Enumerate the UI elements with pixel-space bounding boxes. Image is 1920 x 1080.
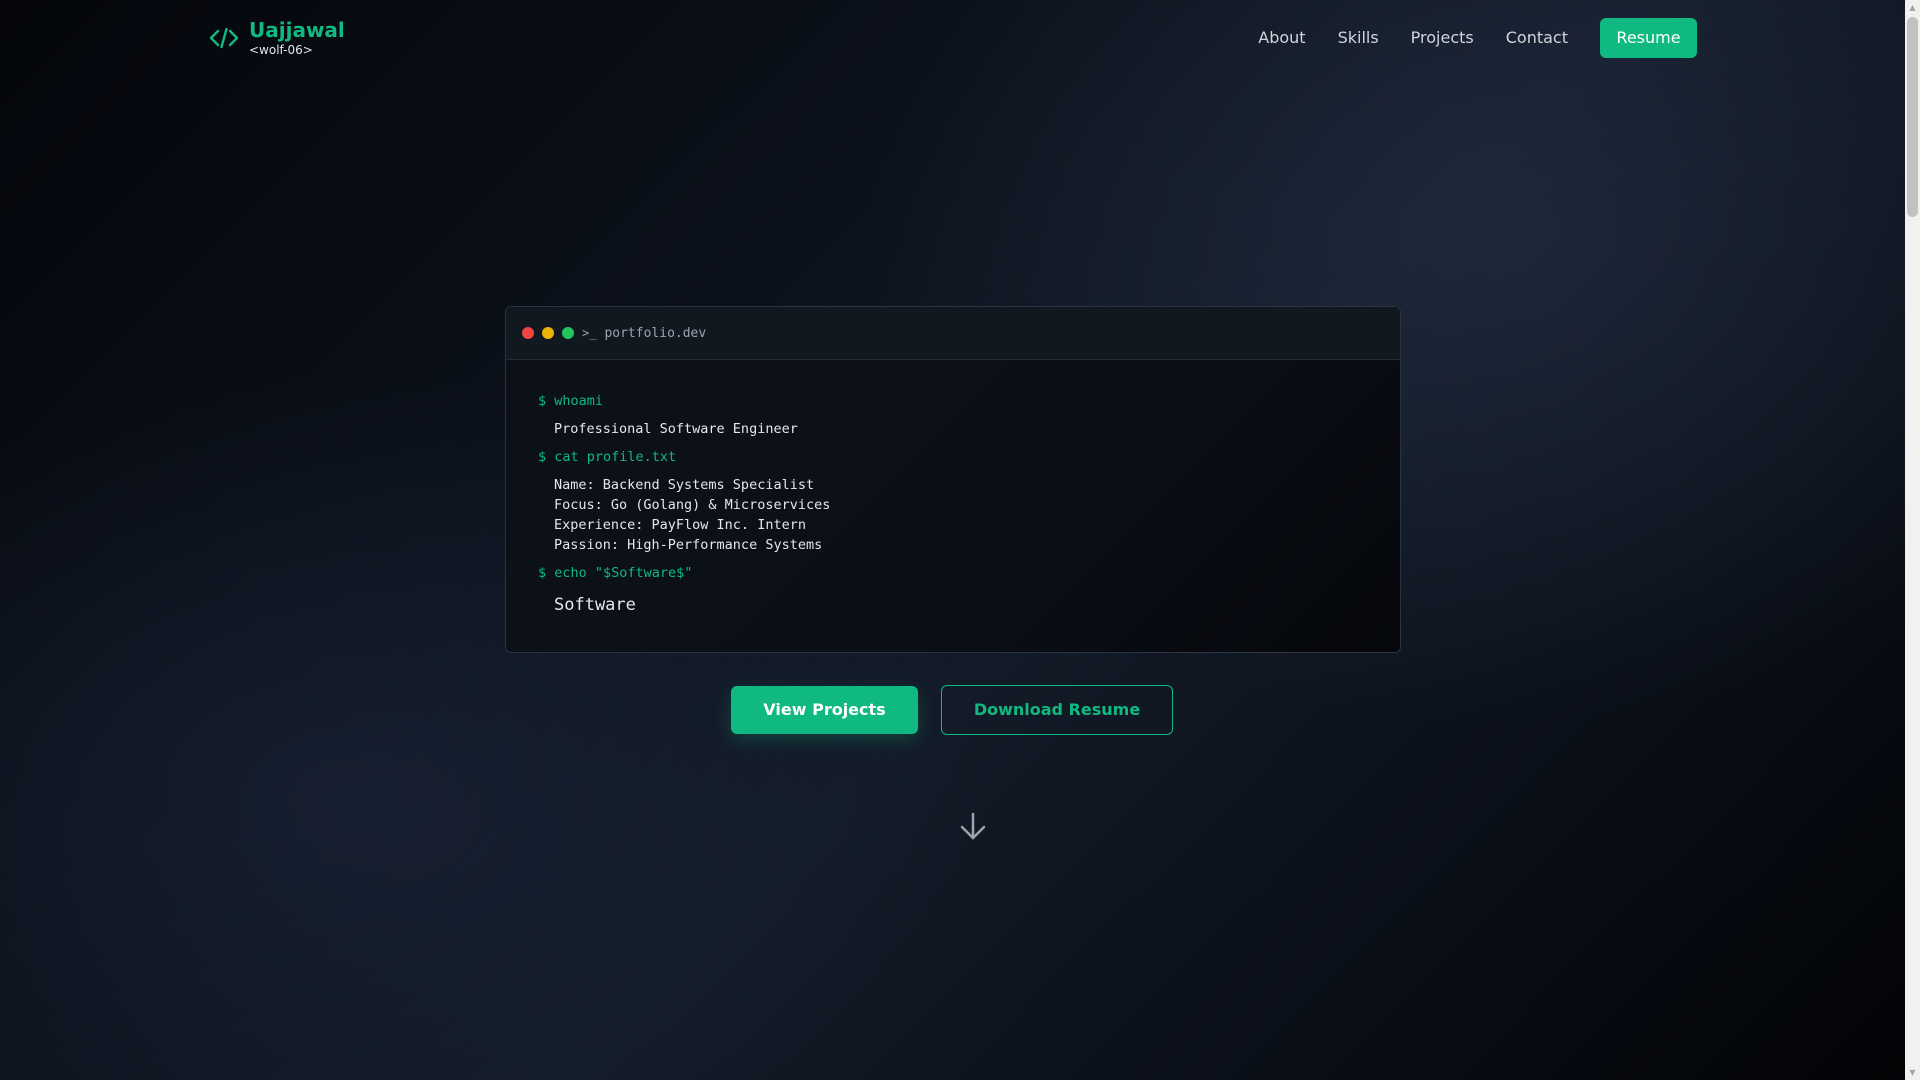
terminal-output: Name: Backend Systems Specialist [554,477,815,493]
nav-skills[interactable]: Skills [1338,19,1379,57]
terminal-title-bar: >_ portfolio.dev [506,307,1400,360]
download-resume-button[interactable]: Download Resume [941,685,1173,735]
terminal-window: >_ portfolio.dev $ whoami Professional S… [505,306,1401,653]
minimize-dot [542,327,554,339]
terminal-output: Professional Software Engineer [554,421,798,437]
scrollbar-thumb[interactable] [1907,17,1918,217]
nav-about[interactable]: About [1258,19,1305,57]
terminal-prompt-icon: >_ [582,326,597,340]
logo-name: Uajjawal [249,18,345,42]
terminal-output: Passion: High-Performance Systems [554,537,823,553]
main-nav: About Skills Projects Contact Resume [1258,18,1697,58]
nav-projects[interactable]: Projects [1411,19,1474,57]
resume-button[interactable]: Resume [1600,18,1697,58]
terminal-command: $ echo "$Software$" [538,565,693,581]
maximize-dot [562,327,574,339]
terminal-title: portfolio.dev [604,325,707,341]
logo-text: Uajjawal <wolf-06> [249,18,345,58]
terminal-command: $ cat profile.txt [538,449,677,465]
page-scrollbar[interactable]: ▲ ▼ [1905,0,1920,1080]
logo-link[interactable]: Uajjawal <wolf-06> [209,18,345,58]
logo-handle: <wolf-06> [249,43,313,57]
view-projects-button[interactable]: View Projects [731,686,918,734]
arrow-down-icon[interactable] [957,810,989,842]
scroll-up-icon[interactable]: ▲ [1905,0,1920,15]
scroll-down-icon[interactable]: ▼ [1905,1065,1920,1080]
close-dot [522,327,534,339]
terminal-output: Focus: Go (Golang) & Microservices [554,497,831,513]
code-brackets-icon [209,27,239,49]
terminal-command: $ whoami [538,393,604,409]
terminal-output: Software [554,595,636,615]
nav-contact[interactable]: Contact [1506,19,1568,57]
terminal-output: Experience: PayFlow Inc. Intern [554,517,806,533]
site-header: Uajjawal <wolf-06> About Skills Projects… [0,0,1905,76]
